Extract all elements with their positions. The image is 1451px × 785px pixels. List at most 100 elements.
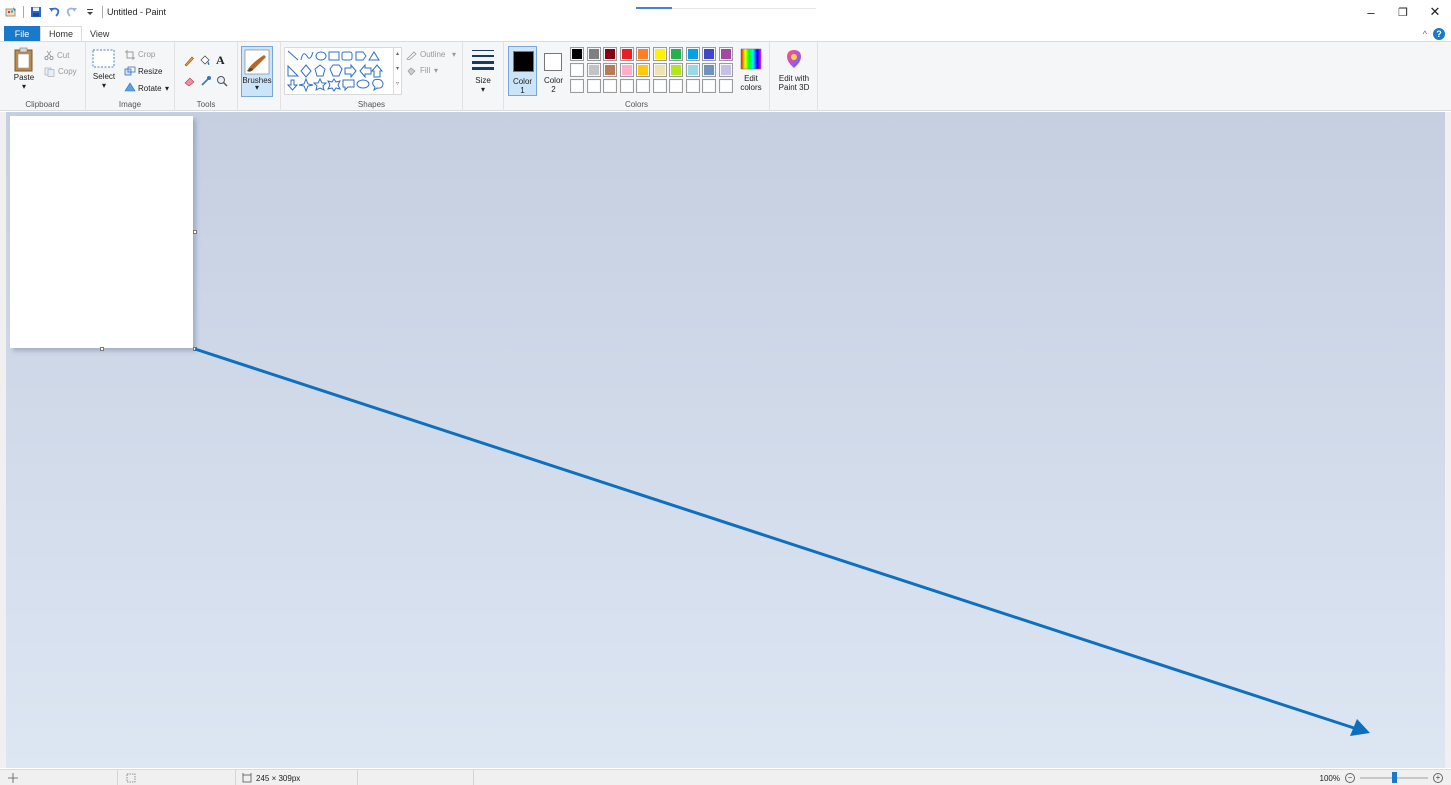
palette-swatch[interactable]	[652, 63, 667, 77]
text-tool-icon[interactable]: A	[216, 53, 225, 68]
fill-button[interactable]: Fill	[420, 66, 430, 75]
zoom-slider[interactable]	[1360, 772, 1428, 783]
palette-swatch[interactable]	[636, 79, 650, 93]
color2-label: Color	[543, 76, 564, 85]
palette-swatch[interactable]	[619, 63, 634, 77]
palette-swatch[interactable]	[702, 47, 716, 61]
cut-button[interactable]: Cut	[57, 51, 69, 60]
select-dropdown-arrow-icon[interactable]: ▾	[102, 81, 106, 90]
paste-button[interactable]: Paste ▾	[10, 47, 38, 91]
magnifier-icon[interactable]	[216, 75, 228, 87]
drag-arrow-line	[194, 347, 1355, 730]
color1-swatch	[513, 51, 534, 72]
tab-file[interactable]: File	[4, 26, 40, 41]
customize-qat-icon[interactable]	[84, 6, 96, 18]
palette-swatch[interactable]	[685, 47, 700, 61]
palette-swatch-color	[605, 65, 615, 75]
zoom-in-button[interactable]: +	[1433, 773, 1443, 783]
palette-swatch[interactable]	[702, 79, 716, 93]
palette-swatch[interactable]	[603, 63, 617, 77]
size-button[interactable]: Size ▾	[468, 48, 498, 94]
rotate-button[interactable]: Rotate	[138, 84, 162, 93]
fill-bucket-icon[interactable]	[198, 54, 211, 67]
minimize-button[interactable]: –	[1355, 0, 1387, 24]
help-button[interactable]: ?	[1433, 28, 1445, 40]
palette-swatch[interactable]	[603, 47, 617, 61]
shapes-scroll-up-icon[interactable]: ▴	[394, 47, 401, 62]
edit-colors-button[interactable]: Edit colors	[737, 46, 765, 96]
palette-swatch-color	[720, 49, 731, 59]
palette-swatch[interactable]	[586, 47, 601, 61]
save-icon[interactable]	[30, 6, 42, 18]
palette-swatch[interactable]	[685, 79, 700, 93]
shapes-more-icon[interactable]: ▿	[394, 77, 401, 92]
color-palette	[570, 47, 736, 95]
undo-icon[interactable]	[48, 6, 60, 18]
palette-swatch[interactable]	[619, 79, 634, 93]
palette-swatch[interactable]	[570, 63, 584, 77]
redo-icon[interactable]	[66, 6, 78, 18]
resize-button[interactable]: Resize	[138, 67, 162, 76]
palette-swatch[interactable]	[669, 63, 683, 77]
color-picker-icon[interactable]	[200, 75, 212, 87]
tab-view[interactable]: View	[82, 26, 117, 41]
palette-swatch[interactable]	[586, 63, 601, 77]
palette-swatch-color	[572, 81, 582, 91]
canvas-size-icon	[242, 773, 252, 783]
shapes-gallery[interactable]	[284, 47, 402, 95]
palette-swatch-color	[572, 65, 582, 75]
copy-button[interactable]: Copy	[58, 67, 77, 76]
palette-swatch[interactable]	[586, 79, 601, 93]
fill-dropdown-arrow-icon[interactable]: ▾	[434, 66, 438, 75]
line-size-icon	[472, 50, 494, 70]
cursor-position-icon	[8, 773, 18, 783]
palette-swatch-color	[621, 49, 632, 59]
palette-swatch[interactable]	[718, 63, 733, 77]
canvas-workspace[interactable]	[6, 112, 1445, 768]
palette-swatch[interactable]	[652, 79, 667, 93]
paint3d-line1: Edit with	[778, 74, 810, 83]
palette-swatch[interactable]	[636, 47, 650, 61]
palette-swatch-color	[720, 81, 731, 91]
palette-swatch[interactable]	[702, 63, 716, 77]
shapes-group-label: Shapes	[357, 100, 386, 109]
color-spectrum-icon	[740, 48, 762, 70]
pencil-icon[interactable]	[183, 55, 195, 67]
close-button[interactable]: ✕	[1419, 0, 1451, 24]
outline-dropdown-arrow-icon[interactable]: ▾	[452, 50, 456, 59]
clipboard-group-label: Clipboard	[25, 100, 60, 109]
palette-swatch[interactable]	[718, 47, 733, 61]
zoom-out-button[interactable]: −	[1345, 773, 1355, 783]
crop-button[interactable]: Crop	[138, 50, 155, 59]
palette-swatch[interactable]	[636, 63, 650, 77]
paint-app-icon[interactable]	[5, 6, 17, 18]
palette-swatch-color	[588, 81, 599, 91]
palette-swatch[interactable]	[718, 79, 733, 93]
shapes-scroll[interactable]: ▴ ▾ ▿	[393, 47, 401, 95]
palette-swatch[interactable]	[570, 47, 584, 61]
paste-dropdown-arrow-icon[interactable]: ▾	[22, 82, 26, 91]
collapse-ribbon-button[interactable]: ^	[1423, 29, 1427, 39]
zoom-slider-thumb[interactable]	[1392, 772, 1397, 783]
brushes-group: Brushes ▾	[238, 42, 278, 111]
select-button[interactable]: Select ▾	[91, 49, 117, 90]
palette-swatch[interactable]	[669, 47, 683, 61]
outline-button[interactable]: Outline	[420, 50, 445, 59]
tab-home[interactable]: Home	[40, 26, 83, 41]
color1-button[interactable]: Color 1	[508, 46, 537, 96]
file-size-cell	[358, 770, 474, 785]
shapes-scroll-down-icon[interactable]: ▾	[394, 62, 401, 77]
palette-swatch[interactable]	[619, 47, 634, 61]
maximize-button[interactable]: ❐	[1387, 0, 1419, 24]
palette-swatch[interactable]	[652, 47, 667, 61]
palette-swatch[interactable]	[603, 79, 617, 93]
window-title: Untitled - Paint	[107, 7, 167, 17]
palette-swatch[interactable]	[669, 79, 683, 93]
palette-swatch[interactable]	[685, 63, 700, 77]
palette-swatch[interactable]	[570, 79, 584, 93]
eraser-icon[interactable]	[183, 75, 196, 87]
brushes-button[interactable]: Brushes ▾	[241, 46, 273, 97]
rotate-dropdown-arrow-icon[interactable]: ▾	[165, 84, 169, 93]
edit-with-paint3d-button[interactable]: Edit with Paint 3D	[773, 46, 815, 96]
color2-button[interactable]: Color 2	[539, 46, 568, 96]
